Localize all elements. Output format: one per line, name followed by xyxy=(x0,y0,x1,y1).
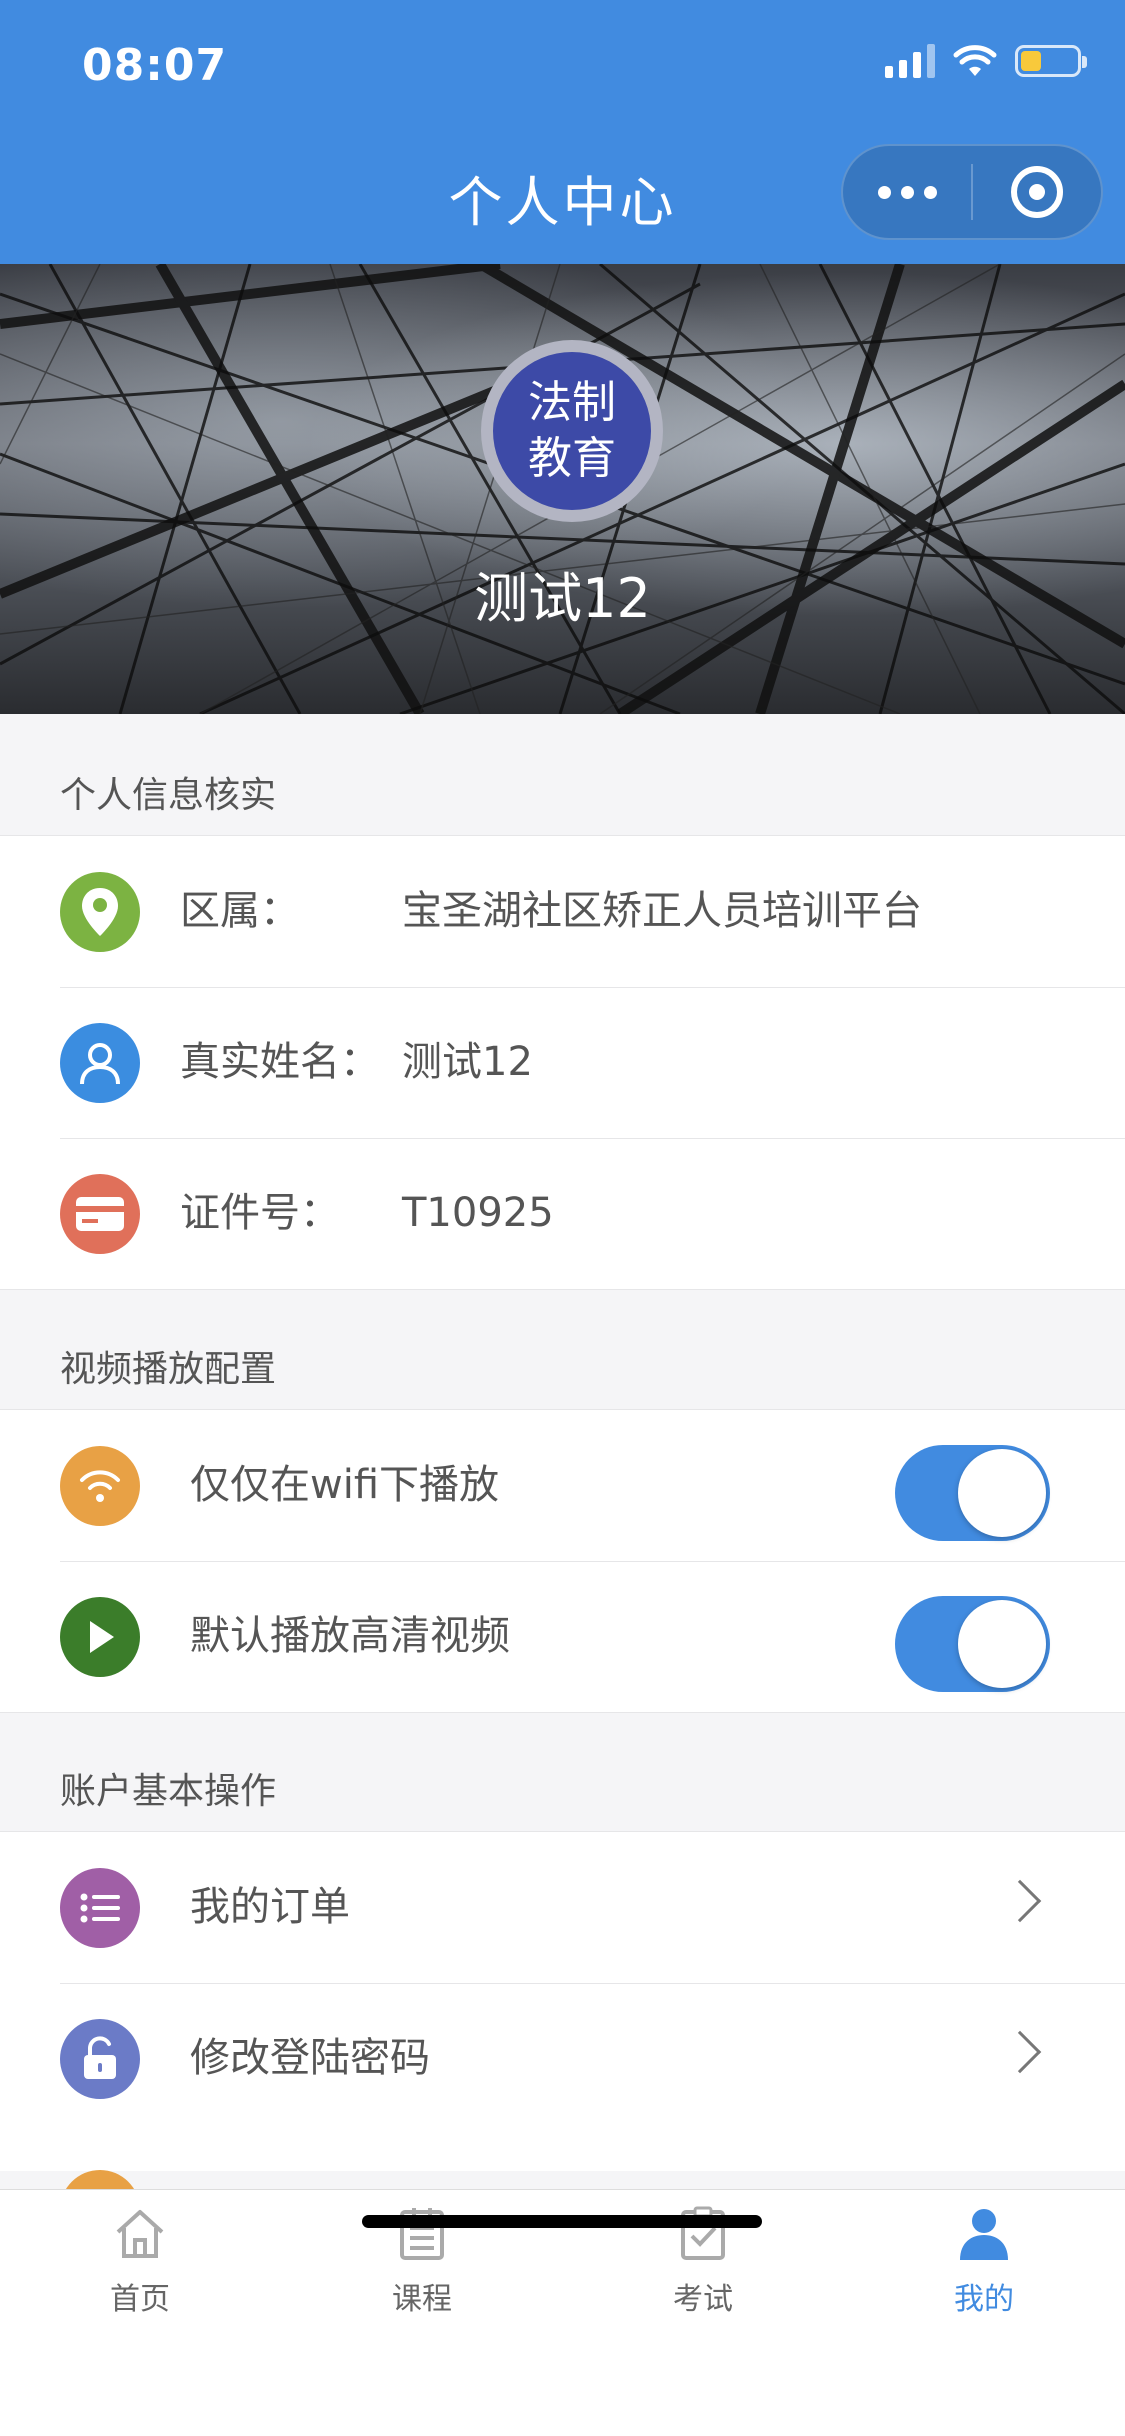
play-icon xyxy=(60,1597,140,1677)
tab-mine[interactable]: 我的 xyxy=(884,2204,1084,2318)
more-menu-button[interactable] xyxy=(843,185,971,199)
section-title-video: 视频播放配置 xyxy=(60,1349,277,1390)
tab-home[interactable]: 首页 xyxy=(40,2204,240,2318)
user-icon xyxy=(60,1023,140,1103)
app-root: 08:07 个人中心 法制 教育 测试12 个人信息核实 区属： 宝圣湖社区矫正… xyxy=(0,0,1125,2436)
miniprogram-capsule xyxy=(841,144,1103,240)
video-row-hd: 默认播放高清视频 xyxy=(0,1561,1125,1712)
toggle-knob xyxy=(958,1600,1046,1688)
wifi-only-toggle[interactable] xyxy=(895,1445,1050,1541)
chevron-right-icon xyxy=(998,2030,1042,2074)
close-miniprogram-button[interactable] xyxy=(973,166,1101,218)
idnumber-value: T10925 xyxy=(402,1190,554,1236)
wifi-status-icon xyxy=(953,45,997,76)
account-group: 我的订单 修改登陆密码 xyxy=(0,1831,1125,2171)
home-indicator xyxy=(362,2215,762,2228)
wifi-icon xyxy=(60,1446,140,1526)
tab-home-label: 首页 xyxy=(110,2282,170,2317)
info-row-district: 区属： 宝圣湖社区矫正人员培训平台 xyxy=(0,836,1125,987)
idnumber-label: 证件号： xyxy=(180,1190,340,1236)
change-password-label: 修改登陆密码 xyxy=(190,2035,430,2081)
header: 08:07 个人中心 xyxy=(0,0,1125,264)
avatar-text-line2: 教育 xyxy=(528,433,616,484)
district-value: 宝圣湖社区矫正人员培训平台 xyxy=(402,888,922,934)
chevron-right-icon xyxy=(998,1879,1042,1923)
target-icon xyxy=(1010,166,1063,218)
profile-icon xyxy=(960,2209,1008,2260)
wifi-only-label: 仅仅在wifi下播放 xyxy=(190,1462,500,1508)
user-name: 测试12 xyxy=(474,567,651,630)
video-group: 仅仅在wifi下播放 默认播放高清视频 xyxy=(0,1409,1125,1713)
cellular-signal-icon xyxy=(885,44,935,78)
battery-icon xyxy=(1015,45,1087,77)
location-icon xyxy=(60,872,140,952)
hd-default-label: 默认播放高清视频 xyxy=(190,1613,510,1659)
my-orders-label: 我的订单 xyxy=(190,1884,350,1930)
toggle-knob xyxy=(958,1449,1046,1537)
info-row-idnumber: 证件号： T10925 xyxy=(0,1138,1125,1289)
course-icon xyxy=(400,2208,444,2260)
video-row-wifi: 仅仅在wifi下播放 xyxy=(0,1410,1125,1561)
home-icon xyxy=(116,2210,164,2258)
district-label: 区属： xyxy=(180,888,300,934)
id-card-icon xyxy=(60,1174,140,1254)
info-group: 区属： 宝圣湖社区矫正人员培训平台 真实姓名： 测试12 证件号： T10925 xyxy=(0,835,1125,1290)
lock-icon xyxy=(60,2019,140,2099)
realname-label: 真实姓名： xyxy=(180,1039,380,1085)
status-time: 08:07 xyxy=(82,40,228,91)
section-title-info: 个人信息核实 xyxy=(60,775,277,816)
tab-course-label: 课程 xyxy=(392,2282,452,2317)
account-row-orders[interactable]: 我的订单 xyxy=(0,1832,1125,1983)
hd-default-toggle[interactable] xyxy=(895,1596,1050,1692)
list-icon xyxy=(60,1868,140,1948)
tab-mine-label: 我的 xyxy=(954,2282,1014,2317)
realname-value: 测试12 xyxy=(402,1039,533,1085)
account-row-password[interactable]: 修改登陆密码 xyxy=(0,1983,1125,2134)
section-title-account: 账户基本操作 xyxy=(60,1771,277,1812)
tab-exam-label: 考试 xyxy=(673,2282,733,2317)
exam-icon xyxy=(681,2206,725,2260)
avatar-text-line1: 法制 xyxy=(528,377,616,428)
info-row-realname: 真实姓名： 测试12 xyxy=(0,987,1125,1138)
avatar[interactable]: 法制 教育 xyxy=(481,340,663,522)
status-icons xyxy=(885,44,1087,78)
profile-banner: 法制 教育 测试12 xyxy=(0,264,1125,714)
